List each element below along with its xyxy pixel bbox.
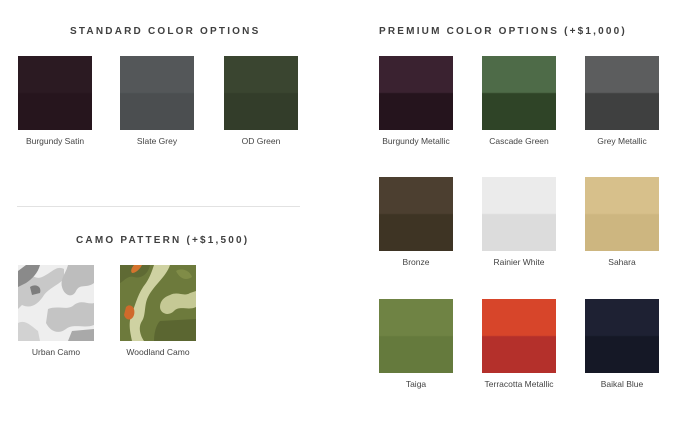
color-chip bbox=[482, 56, 556, 130]
swatch-burgundy-metallic[interactable]: Burgundy Metallic bbox=[361, 56, 471, 146]
color-chip bbox=[585, 177, 659, 251]
color-chip bbox=[379, 56, 453, 130]
camo-pattern-heading: CAMO PATTERN (+$1,500) bbox=[76, 235, 250, 246]
woodland-camo-pattern bbox=[120, 265, 196, 341]
swatch-burgundy-satin[interactable]: Burgundy Satin bbox=[0, 56, 110, 146]
swatch-cascade-green[interactable]: Cascade Green bbox=[464, 56, 574, 146]
swatch-terracotta-metallic[interactable]: Terracotta Metallic bbox=[464, 299, 574, 389]
swatch-woodland-camo[interactable]: Woodland Camo bbox=[102, 265, 214, 357]
color-chip bbox=[379, 299, 453, 373]
swatch-label: Bronze bbox=[402, 257, 430, 267]
swatch-label: Sahara bbox=[608, 257, 636, 267]
color-chip bbox=[120, 56, 194, 130]
swatch-label: Terracotta Metallic bbox=[484, 379, 554, 389]
swatch-baikal-blue[interactable]: Baikal Blue bbox=[567, 299, 675, 389]
swatch-slate-grey[interactable]: Slate Grey bbox=[102, 56, 212, 146]
swatch-label: Slate Grey bbox=[136, 136, 178, 146]
color-chip bbox=[18, 56, 92, 130]
swatch-rainier-white[interactable]: Rainier White bbox=[464, 177, 574, 267]
swatch-urban-camo[interactable]: Urban Camo bbox=[0, 265, 112, 357]
swatch-label: Cascade Green bbox=[489, 136, 549, 146]
color-chip bbox=[224, 56, 298, 130]
urban-camo-pattern bbox=[18, 265, 94, 341]
swatch-label: Rainier White bbox=[493, 257, 545, 267]
color-chip bbox=[482, 177, 556, 251]
section-divider bbox=[17, 206, 300, 207]
color-chip bbox=[379, 177, 453, 251]
swatch-label: Burgundy Metallic bbox=[382, 136, 450, 146]
color-chip bbox=[482, 299, 556, 373]
swatch-label: Burgundy Satin bbox=[25, 136, 85, 146]
swatch-grey-metallic[interactable]: Grey Metallic bbox=[567, 56, 675, 146]
color-chip bbox=[585, 56, 659, 130]
swatch-od-green[interactable]: OD Green bbox=[206, 56, 316, 146]
premium-colors-heading: PREMIUM COLOR OPTIONS (+$1,000) bbox=[379, 26, 627, 37]
swatch-label: Baikal Blue bbox=[600, 379, 644, 389]
color-chip bbox=[585, 299, 659, 373]
swatch-label: Taiga bbox=[405, 379, 427, 389]
swatch-taiga[interactable]: Taiga bbox=[361, 299, 471, 389]
swatch-label: Woodland Camo bbox=[126, 347, 190, 357]
swatch-label: Urban Camo bbox=[31, 347, 81, 357]
swatch-sahara[interactable]: Sahara bbox=[567, 177, 675, 267]
swatch-label: Grey Metallic bbox=[597, 136, 647, 146]
swatch-label: OD Green bbox=[241, 136, 281, 146]
swatch-bronze[interactable]: Bronze bbox=[361, 177, 471, 267]
standard-colors-heading: STANDARD COLOR OPTIONS bbox=[70, 26, 261, 37]
